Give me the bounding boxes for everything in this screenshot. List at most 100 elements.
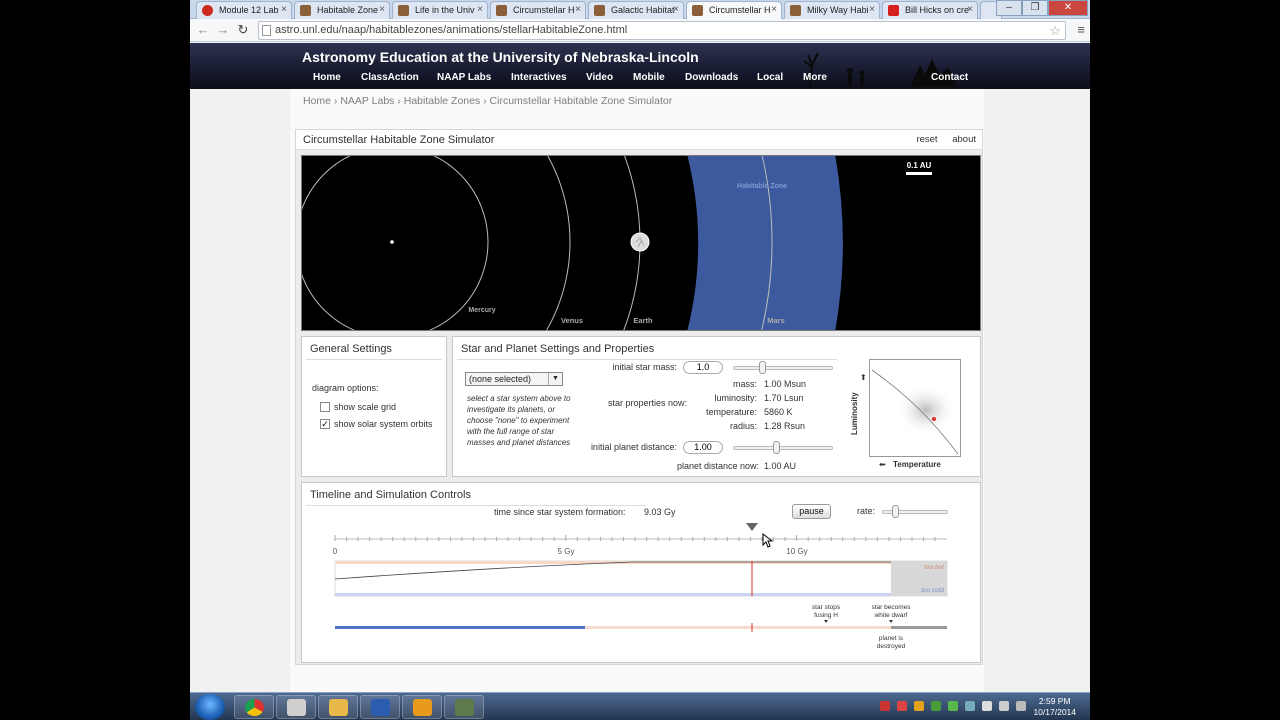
event-destroyed-label: planet is destroyed <box>877 635 906 650</box>
star-position-marker <box>932 417 936 421</box>
clock[interactable]: 2:59 PM 10/17/2014 <box>1033 696 1076 718</box>
star-system-note: select a star system above to investigat… <box>467 394 571 447</box>
forward-icon[interactable]: → <box>215 22 231 38</box>
tab-circumstellar-active[interactable]: Circumstellar H × <box>686 1 782 20</box>
pause-button[interactable]: pause <box>792 504 831 519</box>
nav-interactives[interactable]: Interactives <box>511 72 567 83</box>
clock-date: 10/17/2014 <box>1033 707 1076 717</box>
clock-time: 2:59 PM <box>1038 696 1071 706</box>
tray-icon[interactable] <box>948 701 958 711</box>
rate-slider-thumb[interactable] <box>892 505 899 518</box>
tab-habitable-zone[interactable]: Habitable Zone × <box>294 1 390 19</box>
network-icon[interactable] <box>999 701 1009 711</box>
reload-icon[interactable]: ↻ <box>235 22 251 38</box>
tab-life-in-universe[interactable]: Life in the Univ × <box>392 1 488 19</box>
tab-circumstellar-1[interactable]: Circumstellar H × <box>490 1 586 19</box>
time-since-formation-label: time since star system formation: <box>494 507 626 517</box>
site-nav: Home ClassAction NAAP Labs Interactives … <box>190 72 1090 89</box>
volume-icon[interactable] <box>1016 701 1026 711</box>
tab-module12[interactable]: Module 12 Lab × <box>196 1 292 19</box>
back-icon[interactable]: ← <box>195 22 211 38</box>
initial-star-mass-input[interactable]: 1.0 <box>683 361 723 374</box>
nav-naap-labs[interactable]: NAAP Labs <box>437 72 491 83</box>
close-tab-icon[interactable]: × <box>477 4 483 15</box>
close-tab-icon[interactable]: × <box>379 4 385 15</box>
chrome-menu-icon[interactable]: ≡ <box>1077 22 1085 37</box>
nav-contact[interactable]: Contact <box>931 72 968 83</box>
tray-icon[interactable] <box>931 701 941 711</box>
taskbar-scanner[interactable] <box>276 695 316 719</box>
taskbar-outlook[interactable] <box>402 695 442 719</box>
star-system-select[interactable]: (none selected) ▼ <box>465 372 563 386</box>
bookmark-star-icon[interactable]: ☆ <box>1049 22 1061 39</box>
taskbar-chrome[interactable] <box>234 695 274 719</box>
about-link[interactable]: about <box>952 134 976 145</box>
taskbar-word[interactable] <box>360 695 400 719</box>
timeline-chart[interactable]: 0 5 Gy 10 Gy too hot too cold star stops… <box>302 519 980 661</box>
star-planet-title: Star and Planet Settings and Properties <box>461 343 655 355</box>
show-orbits-label[interactable]: show solar system orbits <box>334 419 433 429</box>
orbit-view[interactable]: 0.1 AU Habitable Zone Mercury Venus Eart… <box>301 155 981 331</box>
flag-icon[interactable] <box>982 701 992 711</box>
tab-galactic[interactable]: Galactic Habitat × <box>588 1 684 19</box>
start-button[interactable] <box>195 694 225 720</box>
nav-classaction[interactable]: ClassAction <box>361 72 419 83</box>
nav-home[interactable]: Home <box>313 72 341 83</box>
diagram-options-label: diagram options: <box>312 383 379 393</box>
show-scale-grid-label[interactable]: show scale grid <box>334 402 396 412</box>
initial-planet-distance-input[interactable]: 1.00 <box>683 441 723 454</box>
close-tab-icon[interactable]: × <box>575 4 581 15</box>
initial-planet-distance-label: initial planet distance: <box>590 442 677 452</box>
close-tab-icon[interactable]: × <box>967 4 973 15</box>
page-icon <box>496 5 507 16</box>
tray-icon[interactable] <box>880 701 890 711</box>
too-cold-band <box>335 593 947 596</box>
planet-distance-slider-thumb[interactable] <box>773 441 780 454</box>
address-bar[interactable]: astro.unl.edu/naap/habitablezones/animat… <box>258 21 1066 40</box>
browser-window: Module 12 Lab × Habitable Zone × Life in t… <box>190 0 1090 692</box>
page-icon <box>300 5 311 16</box>
taskbar-explorer[interactable] <box>318 695 358 719</box>
nav-video[interactable]: Video <box>586 72 613 83</box>
close-tab-icon[interactable]: × <box>673 4 679 15</box>
nav-more[interactable]: More <box>803 72 827 83</box>
tab-bill-hicks[interactable]: Bill Hicks on cre × <box>882 1 978 19</box>
maximize-icon[interactable]: ❐ <box>1022 0 1048 16</box>
earth-orbit <box>623 156 641 330</box>
close-tab-icon[interactable]: × <box>771 4 777 15</box>
close-tab-icon[interactable]: × <box>869 4 875 15</box>
luminosity-value: 1.70 Lsun <box>764 393 804 403</box>
tray-icon[interactable] <box>897 701 907 711</box>
tick-label-5: 5 Gy <box>558 547 575 556</box>
nav-local[interactable]: Local <box>757 72 783 83</box>
nav-mobile[interactable]: Mobile <box>633 72 665 83</box>
hr-x-axis-label: Temperature <box>893 460 941 469</box>
app-icon <box>455 699 474 716</box>
tick-label-10: 10 Gy <box>786 547 807 556</box>
star-mass-slider[interactable] <box>733 366 833 370</box>
nav-downloads[interactable]: Downloads <box>685 72 738 83</box>
habitable-zone-label: Habitable Zone <box>737 183 787 190</box>
planet-distance-slider[interactable] <box>733 446 833 450</box>
star-mass-slider-thumb[interactable] <box>759 361 766 374</box>
event-marker-icon <box>889 620 893 623</box>
breadcrumb[interactable]: Home › NAAP Labs › Habitable Zones › Cir… <box>303 95 672 107</box>
tray-icon[interactable] <box>965 701 975 711</box>
hr-diagram-plot <box>871 369 959 455</box>
page-body: Home › NAAP Labs › Habitable Zones › Cir… <box>290 89 984 692</box>
folder-icon <box>329 699 348 716</box>
tab-milky-way[interactable]: Milky Way Habi × <box>784 1 880 19</box>
planet[interactable] <box>630 232 650 252</box>
tray-icon[interactable] <box>914 701 924 711</box>
reset-link[interactable]: reset <box>916 134 937 145</box>
hr-diagram[interactable] <box>869 359 961 457</box>
chrome-icon <box>202 5 213 16</box>
venus-label: Venus <box>561 316 583 325</box>
taskbar-app[interactable] <box>444 695 484 719</box>
show-orbits-checkbox[interactable]: ✓ <box>320 419 330 429</box>
time-marker-icon[interactable] <box>746 523 758 531</box>
close-tab-icon[interactable]: × <box>281 4 287 15</box>
close-window-icon[interactable]: ✕ <box>1048 0 1088 16</box>
show-scale-grid-checkbox[interactable] <box>320 402 330 412</box>
minimize-icon[interactable]: – <box>996 0 1022 16</box>
